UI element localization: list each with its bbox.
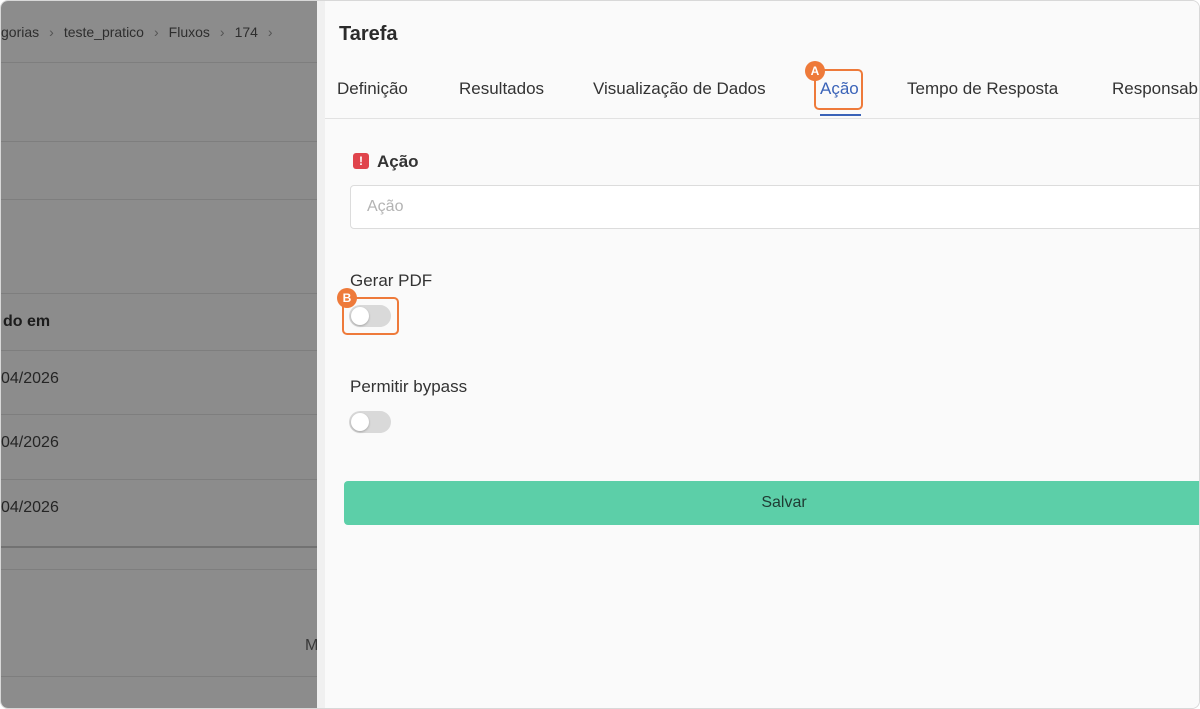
active-tab-indicator [820, 114, 861, 116]
tab-resultados[interactable]: Resultados [459, 79, 544, 99]
tab-bar: Definição Resultados Visualização de Dad… [325, 63, 1199, 119]
window-frame: gorias › teste_pratico › Fluxos › 174 › … [0, 0, 1200, 709]
save-button[interactable]: Salvar [344, 481, 1199, 525]
allow-bypass-toggle[interactable] [349, 411, 391, 433]
toggle-knob [351, 413, 369, 431]
task-drawer: Tarefa Definição Resultados Visualização… [317, 1, 1199, 708]
action-input[interactable] [350, 185, 1199, 229]
tab-definicao[interactable]: Definição [337, 79, 408, 99]
tab-visualizacao-de-dados[interactable]: Visualização de Dados [593, 79, 766, 99]
action-field-label: Ação [377, 152, 419, 171]
tab-tempo-de-resposta[interactable]: Tempo de Resposta [907, 79, 1058, 99]
annotation-badge-b: B [337, 288, 357, 308]
allow-bypass-label: Permitir bypass [350, 377, 468, 396]
drawer-title: Tarefa [339, 23, 398, 45]
background-page: gorias › teste_pratico › Fluxos › 174 › … [1, 1, 317, 708]
tab-responsaveis[interactable]: Responsab [1112, 79, 1198, 99]
annotation-badge-a: A [805, 61, 825, 81]
required-icon: ! [353, 153, 369, 169]
generate-pdf-label: Gerar PDF [350, 271, 433, 290]
modal-overlay[interactable] [1, 1, 317, 708]
